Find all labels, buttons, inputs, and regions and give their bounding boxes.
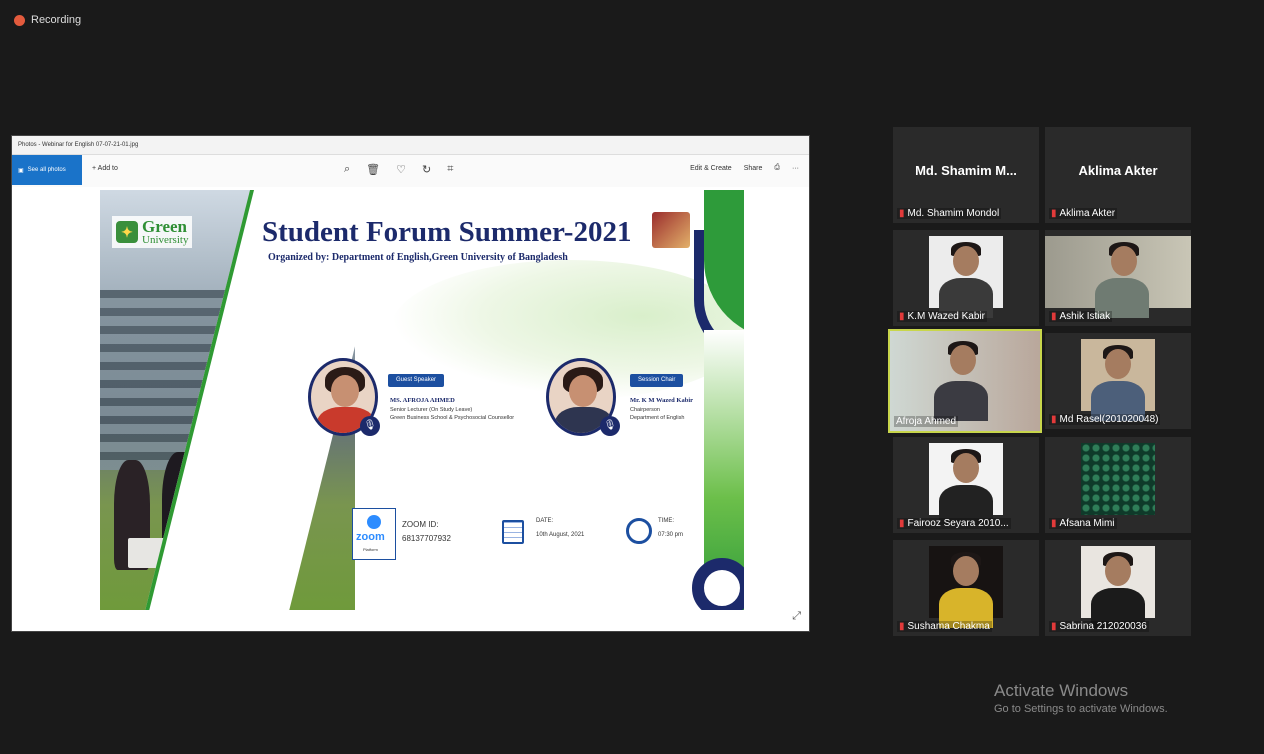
- photos-toolbar: ▣ See all photos + Add to ⌕ 🗑 ♡ ↻ ⌗ Edit…: [12, 155, 809, 187]
- participant-tile[interactable]: Aklima Akter ▮ Aklima Akter: [1045, 127, 1191, 223]
- add-to-button[interactable]: + Add to: [92, 165, 118, 172]
- muted-mic-icon: ▮: [1051, 208, 1057, 219]
- participant-video: [1081, 339, 1155, 421]
- session-chair-dept: Department of English: [630, 415, 685, 421]
- participant-video: [929, 236, 1003, 318]
- activate-windows-watermark: Activate Windows Go to Settings to activ…: [994, 681, 1168, 715]
- recording-indicator: Recording: [14, 14, 81, 26]
- muted-mic-icon: ▮: [1051, 518, 1057, 529]
- participant-video: [929, 546, 1003, 628]
- more-button[interactable]: ···: [792, 165, 799, 172]
- participant-name: Afsana Mimi: [1059, 518, 1115, 529]
- zoom-id-value: 68137707932: [402, 534, 451, 543]
- favorite-icon[interactable]: ♡: [396, 163, 406, 176]
- muted-mic-icon: ▮: [899, 311, 905, 322]
- date-value: 10th August, 2021: [536, 532, 585, 538]
- zoom-icon[interactable]: ⌕: [344, 163, 350, 176]
- green-university-logo: ✦ Green University: [112, 216, 193, 248]
- recording-label: Recording: [31, 14, 82, 26]
- muted-mic-icon: ▮: [899, 621, 905, 632]
- participant-video: [1045, 236, 1191, 318]
- participant-tile[interactable]: ▮ Sushama Chakma: [893, 540, 1039, 636]
- see-all-photos-button[interactable]: ▣ See all photos: [12, 155, 82, 185]
- participant-video: [1081, 443, 1155, 515]
- photos-window-title: Photos - Webinar for English 07-07-21-01…: [12, 136, 809, 155]
- muted-mic-icon: ▮: [899, 518, 905, 529]
- guest-speaker-name: MS. AFROJA AHMED: [390, 397, 455, 404]
- participant-tile[interactable]: ▮ K.M Wazed Kabir: [893, 230, 1039, 326]
- webinar-poster: ✦ Green University Student Forum Summer-…: [100, 190, 744, 610]
- participant-tile-active-speaker[interactable]: Afroja Ahmed: [888, 329, 1042, 433]
- calendar-icon: [502, 520, 524, 544]
- toolbar-icons: ⌕ 🗑 ♡ ↻ ⌗: [344, 163, 453, 176]
- see-all-label: See all photos: [27, 167, 66, 173]
- session-chair-tag: Session Chair: [630, 374, 684, 387]
- record-icon: [14, 14, 25, 26]
- muted-mic-icon: ▮: [1051, 414, 1057, 425]
- participant-name: Ashik Istiak: [1059, 311, 1111, 322]
- muted-mic-icon: ▮: [1051, 621, 1057, 632]
- date-label: DATE:: [536, 518, 554, 524]
- participant-tile[interactable]: ▮ Fairooz Seyara 2010...: [893, 437, 1039, 533]
- rotate-icon[interactable]: ↻: [422, 163, 431, 176]
- expand-icon[interactable]: ⤢: [792, 610, 801, 623]
- photos-icon: ▣: [18, 167, 24, 174]
- share-button[interactable]: Share: [744, 165, 763, 172]
- participant-name: Afroja Ahmed: [896, 416, 957, 427]
- guest-speaker-tag: Guest Speaker: [388, 374, 445, 387]
- university-emblem-icon: ✦: [116, 221, 138, 243]
- edit-create-button[interactable]: Edit & Create: [690, 165, 732, 172]
- book-icon: [652, 212, 690, 248]
- time-value: 07:30 pm: [658, 532, 684, 538]
- zoom-id-label: ZOOM ID:: [402, 520, 439, 529]
- logo-line2: University: [142, 234, 189, 246]
- poster-organizer: Organized by: Department of English,Gree…: [268, 252, 568, 263]
- participant-tile[interactable]: ▮ Ashik Istiak: [1045, 230, 1191, 326]
- time-label: TIME:: [658, 518, 674, 524]
- muted-mic-icon: ▮: [899, 208, 905, 219]
- muted-mic-icon: ▮: [1051, 311, 1057, 322]
- guest-speaker-role2: Green Business School & Psychosocial Cou…: [390, 415, 515, 421]
- participant-name: Fairooz Seyara 2010...: [907, 518, 1009, 529]
- participant-video: [1081, 546, 1155, 628]
- mic-icon: 🎙: [360, 416, 380, 436]
- mic-icon: 🎙: [600, 416, 620, 436]
- participant-name: K.M Wazed Kabir: [907, 311, 985, 322]
- participant-name: Md Rasel(201020048): [1059, 414, 1159, 425]
- participant-tile[interactable]: Md. Shamim M... ▮ Md. Shamim Mondol: [893, 127, 1039, 223]
- toolbar-right: Edit & Create Share ⎙ ···: [690, 164, 799, 172]
- zoom-logo: zoom Platform: [352, 508, 396, 560]
- logo-line1: Green: [142, 217, 188, 236]
- participant-name: Sabrina 212020036: [1059, 621, 1147, 632]
- participant-tile[interactable]: ▮ Afsana Mimi: [1045, 437, 1191, 533]
- shared-screen: Photos - Webinar for English 07-07-21-01…: [11, 135, 810, 632]
- participant-display-name: Aklima Akter: [1078, 163, 1158, 178]
- participant-name: Sushama Chakma: [907, 621, 990, 632]
- watermark-line2: Go to Settings to activate Windows.: [994, 703, 1168, 715]
- crop-icon[interactable]: ⌗: [447, 163, 453, 176]
- participant-tile[interactable]: ▮ Md Rasel(201020048): [1045, 333, 1191, 429]
- delete-icon[interactable]: 🗑: [366, 163, 380, 176]
- clock-icon: [626, 518, 652, 544]
- camera-icon: [367, 515, 381, 529]
- print-icon[interactable]: ⎙: [774, 164, 780, 172]
- watermark-line1: Activate Windows: [994, 681, 1129, 700]
- guest-speaker-role: Senior Lecturer (On Study Leave): [390, 407, 473, 413]
- session-chair-name: Mr. K M Wazed Kabir: [630, 397, 694, 404]
- participant-display-name: Md. Shamim M...: [915, 163, 1017, 178]
- participant-name: Md. Shamim Mondol: [907, 208, 1000, 219]
- participant-name: Aklima Akter: [1059, 208, 1116, 219]
- session-chair-role: Chairperson: [630, 407, 660, 413]
- poster-title: Student Forum Summer-2021: [262, 216, 632, 248]
- participant-tile[interactable]: ▮ Sabrina 212020036: [1045, 540, 1191, 636]
- participant-video: [929, 443, 1003, 525]
